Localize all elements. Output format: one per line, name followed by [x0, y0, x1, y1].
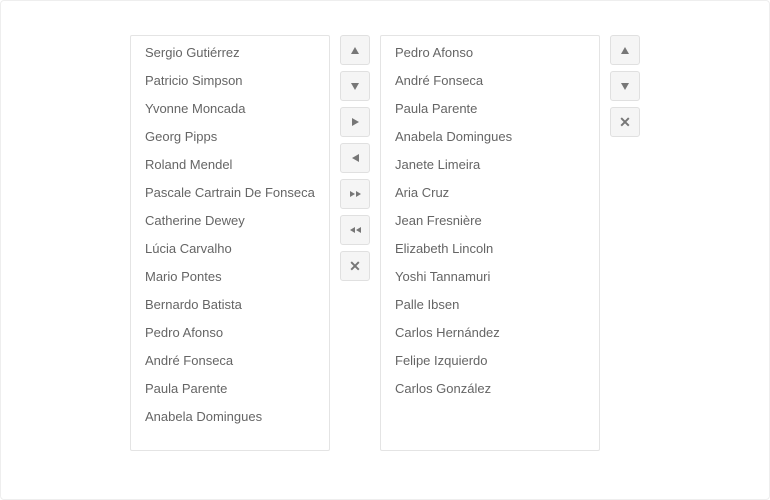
target-list-item[interactable]: Pedro Afonso [381, 36, 599, 67]
transfer-all-to-button[interactable] [340, 179, 370, 209]
dual-listbox: Sergio GutiérrezPatricio SimpsonYvonne M… [130, 35, 640, 451]
double-caret-left-icon [350, 227, 361, 233]
target-listbox[interactable]: Pedro AfonsoAndré FonsecaPaula ParenteAn… [380, 35, 600, 451]
source-list-item[interactable]: André Fonseca [131, 347, 329, 375]
transfer-from-button[interactable] [340, 143, 370, 173]
caret-up-icon [351, 47, 359, 54]
target-list-item[interactable]: Paula Parente [381, 95, 599, 123]
x-icon: ✕ [349, 259, 361, 273]
source-list-item[interactable]: Bernardo Batista [131, 291, 329, 319]
target-list-item[interactable]: Carlos González [381, 375, 599, 403]
source-list-item[interactable]: Catherine Dewey [131, 207, 329, 235]
source-list-item[interactable]: Pascale Cartrain De Fonseca [131, 179, 329, 207]
transfer-to-button[interactable] [340, 107, 370, 137]
target-list-item[interactable]: Carlos Hernández [381, 319, 599, 347]
demo-panel: Sergio GutiérrezPatricio SimpsonYvonne M… [0, 0, 770, 500]
caret-up-icon [621, 47, 629, 54]
target-move-up-button[interactable] [610, 35, 640, 65]
target-list-item[interactable]: Felipe Izquierdo [381, 347, 599, 375]
caret-down-icon [351, 83, 359, 90]
source-list-item[interactable]: Yvonne Moncada [131, 95, 329, 123]
caret-left-icon [352, 154, 359, 162]
source-list-item[interactable]: Mario Pontes [131, 263, 329, 291]
target-list-item[interactable]: Aria Cruz [381, 179, 599, 207]
target-list-item[interactable]: Elizabeth Lincoln [381, 235, 599, 263]
source-list-item[interactable]: Roland Mendel [131, 151, 329, 179]
transfer-all-from-button[interactable] [340, 215, 370, 245]
source-list-item[interactable]: Georg Pipps [131, 123, 329, 151]
transfer-toolbar: ✕ [340, 35, 370, 281]
target-list-item[interactable]: Jean Fresnière [381, 207, 599, 235]
target-list-item[interactable]: Janete Limeira [381, 151, 599, 179]
target-list-item[interactable]: Yoshi Tannamuri [381, 263, 599, 291]
move-down-button[interactable] [340, 71, 370, 101]
source-list-item[interactable]: Paula Parente [131, 375, 329, 403]
target-move-down-button[interactable] [610, 71, 640, 101]
source-list-item[interactable]: Pedro Afonso [131, 319, 329, 347]
double-caret-right-icon [350, 191, 361, 197]
source-list-item[interactable]: Sergio Gutiérrez [131, 36, 329, 67]
source-list-item[interactable]: Patricio Simpson [131, 67, 329, 95]
caret-right-icon [352, 118, 359, 126]
move-up-button[interactable] [340, 35, 370, 65]
source-list-item[interactable]: Lúcia Carvalho [131, 235, 329, 263]
target-toolbar: ✕ [610, 35, 640, 137]
x-icon: ✕ [619, 115, 631, 129]
source-listbox[interactable]: Sergio GutiérrezPatricio SimpsonYvonne M… [130, 35, 330, 451]
target-list-item[interactable]: Palle Ibsen [381, 291, 599, 319]
source-list-item[interactable]: Anabela Domingues [131, 403, 329, 431]
remove-button[interactable]: ✕ [340, 251, 370, 281]
caret-down-icon [621, 83, 629, 90]
target-list-item[interactable]: Anabela Domingues [381, 123, 599, 151]
target-remove-button[interactable]: ✕ [610, 107, 640, 137]
target-list-item[interactable]: André Fonseca [381, 67, 599, 95]
